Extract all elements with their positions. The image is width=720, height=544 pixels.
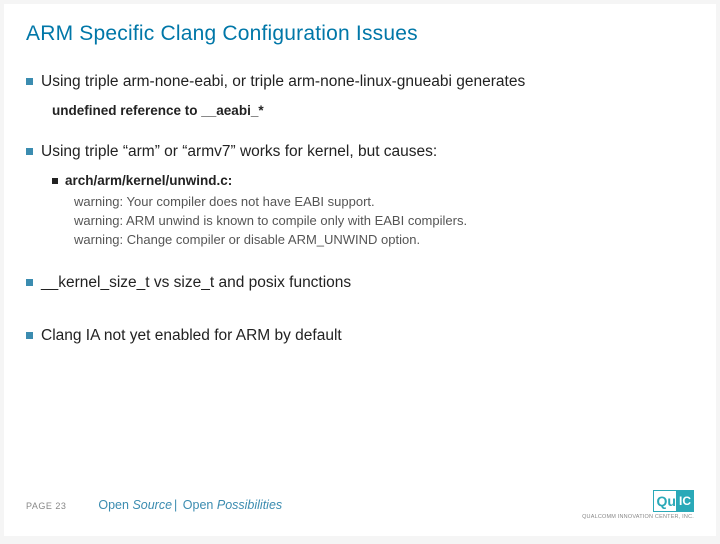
logo-text-qu: Qu [653, 490, 677, 512]
bullet-text: Using triple “arm” or “armv7” works for … [41, 142, 437, 163]
footer: PAGE 23 Open Source| Open Possibilities … [4, 490, 716, 520]
bullet-icon [26, 332, 33, 339]
logo: Qu IC QUALCOMM INNOVATION CENTER, INC. [582, 490, 694, 520]
warning-line: warning: Change compiler or disable ARM_… [74, 232, 694, 247]
tagline: Open Source| Open Possibilities [98, 498, 282, 512]
bullet-subtext: undefined reference to __aeabi_* [52, 103, 694, 118]
bullet-item: Clang IA not yet enabled for ARM by defa… [26, 326, 694, 347]
bullet-item: __kernel_size_t vs size_t and posix func… [26, 273, 694, 294]
bullet-item: Using triple “arm” or “armv7” works for … [26, 142, 694, 163]
bullet-icon [26, 148, 33, 155]
page-title: ARM Specific Clang Configuration Issues [26, 22, 694, 46]
bullet-icon [26, 279, 33, 286]
bullet-icon [26, 78, 33, 85]
bullet-text: __kernel_size_t vs size_t and posix func… [41, 273, 351, 294]
logo-subtext: QUALCOMM INNOVATION CENTER, INC. [582, 514, 694, 520]
bullet-text: Using triple arm-none-eabi, or triple ar… [41, 72, 525, 93]
warning-line: warning: ARM unwind is known to compile … [74, 213, 694, 228]
logo-text-ic: IC [676, 490, 694, 512]
slide: ARM Specific Clang Configuration Issues … [4, 4, 716, 536]
sub-bullet-text: arch/arm/kernel/unwind.c: [65, 173, 232, 188]
bullet-text: Clang IA not yet enabled for ARM by defa… [41, 326, 342, 347]
footer-left: PAGE 23 Open Source| Open Possibilities [26, 498, 282, 512]
logo-mark: Qu IC [653, 490, 694, 512]
page-number: PAGE 23 [26, 501, 66, 511]
bullet-item: Using triple arm-none-eabi, or triple ar… [26, 72, 694, 93]
warning-line: warning: Your compiler does not have EAB… [74, 194, 694, 209]
sub-bullet-item: arch/arm/kernel/unwind.c: [52, 173, 694, 188]
bullet-icon [52, 178, 58, 184]
